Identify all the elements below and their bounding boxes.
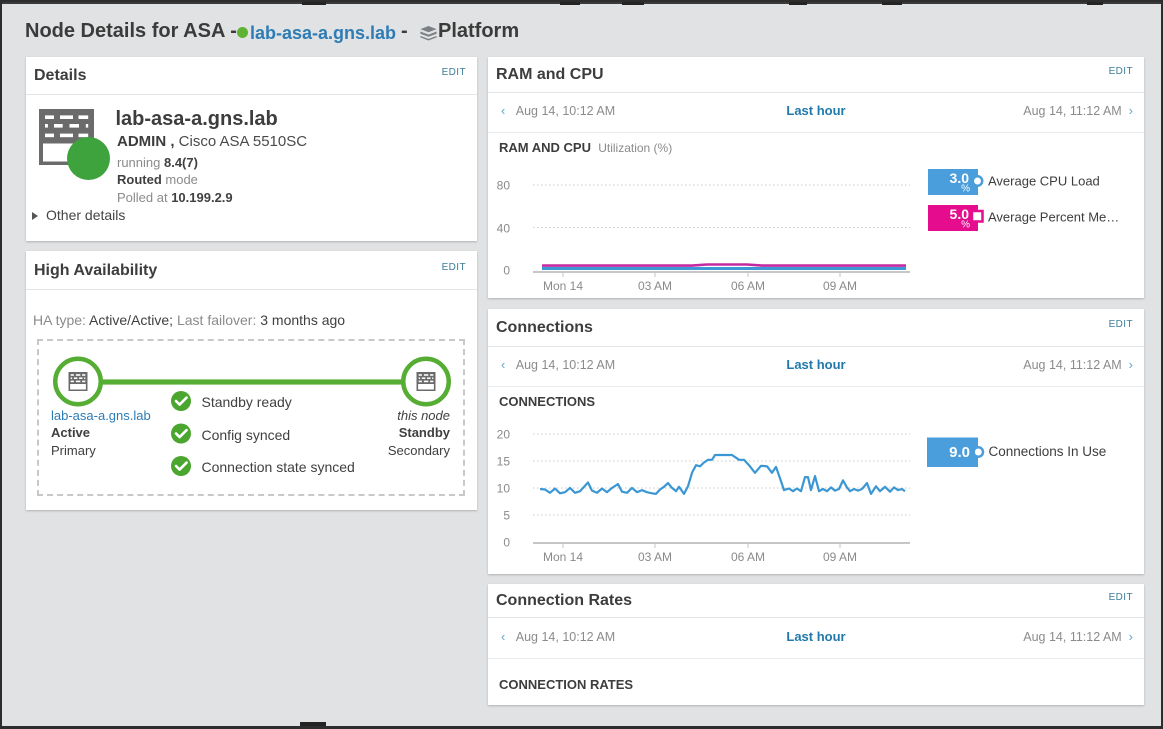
svg-text:10: 10	[497, 482, 511, 496]
svg-text:Connections In Use: Connections In Use	[989, 444, 1107, 459]
svg-text:Mon 14: Mon 14	[543, 550, 583, 564]
svg-text:06 AM: 06 AM	[731, 550, 765, 564]
svg-text:03 AM: 03 AM	[638, 550, 672, 564]
svg-text:Mon 14: Mon 14	[543, 279, 583, 293]
svg-text:9.0: 9.0	[949, 444, 970, 461]
svg-text:15: 15	[497, 455, 511, 469]
svg-text:0: 0	[503, 536, 510, 550]
svg-text:03 AM: 03 AM	[638, 279, 672, 293]
svg-text:5: 5	[503, 509, 510, 523]
svg-text:0: 0	[503, 264, 510, 278]
svg-text:%: %	[961, 220, 970, 231]
svg-text:09 AM: 09 AM	[823, 550, 857, 564]
svg-text:%: %	[961, 184, 970, 195]
svg-text:Average Percent Me…: Average Percent Me…	[988, 210, 1119, 225]
svg-text:06 AM: 06 AM	[731, 279, 765, 293]
svg-text:80: 80	[497, 179, 511, 193]
svg-text:40: 40	[497, 222, 511, 236]
svg-text:09 AM: 09 AM	[823, 279, 857, 293]
svg-text:20: 20	[497, 428, 511, 442]
svg-text:Average CPU Load: Average CPU Load	[988, 174, 1100, 189]
